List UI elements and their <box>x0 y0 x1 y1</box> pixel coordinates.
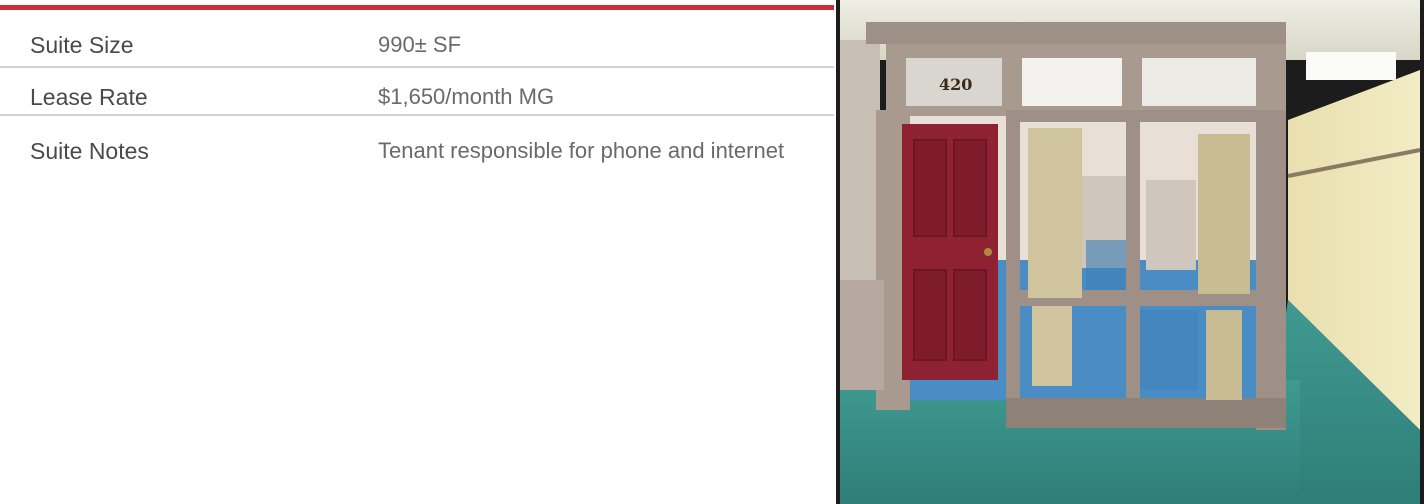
suite-number-sign: 420 <box>939 75 972 94</box>
detail-value: Tenant responsible for phone and interne… <box>378 138 785 163</box>
detail-value: $1,650/month MG <box>378 84 555 109</box>
detail-label: Suite Notes <box>30 137 149 164</box>
row-divider <box>0 114 834 116</box>
suite-photo-illustration: 420 <box>836 0 1424 504</box>
detail-row-suite-notes: Suite Notes Tenant responsible for phone… <box>0 127 834 175</box>
detail-label: Lease Rate <box>30 83 148 110</box>
suite-photo: 420 <box>836 0 1424 504</box>
accent-bar <box>0 5 834 10</box>
detail-row-suite-size: Suite Size 990± SF <box>0 21 834 69</box>
detail-value: 990± SF <box>378 32 462 57</box>
suite-details-panel: Suite Size 990± SF Lease Rate $1,650/mon… <box>0 0 836 504</box>
row-divider <box>0 66 834 68</box>
detail-label: Suite Size <box>30 31 134 58</box>
